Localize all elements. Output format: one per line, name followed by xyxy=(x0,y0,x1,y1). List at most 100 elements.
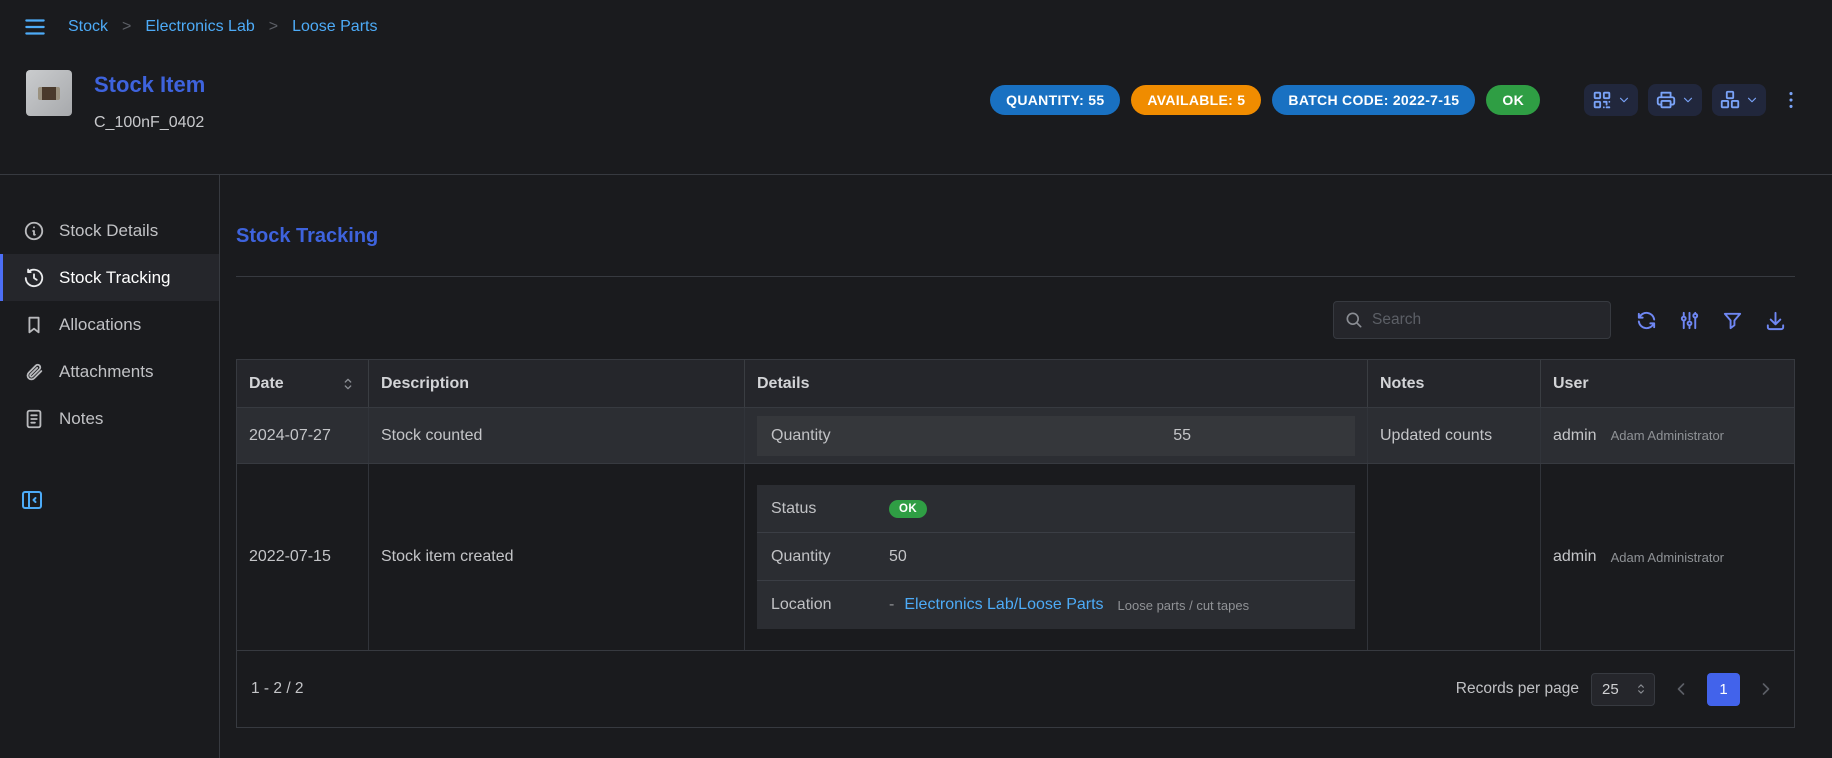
detail-row-quantity: Quantity 50 xyxy=(757,533,1355,581)
column-header-details[interactable]: Details xyxy=(745,360,1368,407)
detail-label: Quantity xyxy=(771,427,889,445)
location-caption: Loose parts / cut tapes xyxy=(1118,598,1250,613)
table-row[interactable]: 2022-07-15 Stock item created Status OK … xyxy=(237,464,1794,651)
topbar: Stock > Electronics Lab > Loose Parts xyxy=(0,0,1832,54)
filter-button[interactable] xyxy=(1713,305,1752,336)
location-prefix: - xyxy=(889,596,894,614)
chevron-left-icon xyxy=(1671,679,1691,699)
cell-details: Quantity 55 xyxy=(745,408,1368,463)
pagination-controls: Records per page 25 1 xyxy=(1456,673,1780,706)
chevron-down-icon xyxy=(1617,93,1631,107)
cell-user: admin Adam Administrator xyxy=(1541,408,1794,463)
barcode-actions-button[interactable] xyxy=(1584,84,1638,116)
cell-date: 2022-07-15 xyxy=(237,464,369,650)
stock-tracking-table: Date Description Details Notes xyxy=(236,359,1795,728)
sort-icon[interactable] xyxy=(340,376,356,392)
sidebar-item-allocations[interactable]: Allocations xyxy=(0,301,219,348)
records-per-page-select[interactable]: 25 xyxy=(1591,673,1655,706)
note-icon xyxy=(23,408,45,430)
sidebar-item-stock-tracking[interactable]: Stock Tracking xyxy=(0,254,219,301)
selector-icon xyxy=(1634,682,1648,696)
refresh-icon xyxy=(1635,309,1658,332)
content: Stock Details Stock Tracking Allocations… xyxy=(0,175,1832,758)
cell-description: Stock item created xyxy=(369,464,745,650)
info-circle-icon xyxy=(23,220,45,242)
refresh-button[interactable] xyxy=(1627,305,1666,336)
username: admin xyxy=(1553,427,1597,445)
table-row[interactable]: 2024-07-27 Stock counted Quantity 55 Upd… xyxy=(237,408,1794,464)
header-right: QUANTITY: 55 AVAILABLE: 5 BATCH CODE: 20… xyxy=(990,84,1806,116)
detail-subtable: Status OK Quantity 50 Location - xyxy=(757,485,1355,629)
location-link[interactable]: Electronics Lab/Loose Parts xyxy=(904,596,1103,614)
batch-code-badge: BATCH CODE: 2022-7-15 xyxy=(1272,85,1475,115)
breadcrumb-electronics-lab[interactable]: Electronics Lab xyxy=(145,18,254,36)
stock-operations-button[interactable] xyxy=(1712,84,1766,116)
column-header-date[interactable]: Date xyxy=(237,360,369,407)
detail-row-status: Status OK xyxy=(757,485,1355,533)
table-settings-button[interactable] xyxy=(1670,305,1709,336)
paperclip-icon xyxy=(23,361,45,383)
column-header-user[interactable]: User xyxy=(1541,360,1794,407)
column-label: Details xyxy=(757,375,809,393)
sidebar-item-notes[interactable]: Notes xyxy=(0,395,219,442)
sidebar-item-label: Attachments xyxy=(59,362,154,382)
breadcrumb-stock[interactable]: Stock xyxy=(68,18,108,36)
more-actions-button[interactable] xyxy=(1776,85,1806,115)
column-header-description[interactable]: Description xyxy=(369,360,745,407)
dots-vertical-icon xyxy=(1780,89,1802,111)
sidebar-collapse-button[interactable] xyxy=(20,488,44,512)
stock-item-thumbnail[interactable] xyxy=(26,70,72,116)
next-page-button[interactable] xyxy=(1752,675,1780,703)
sidebar-item-label: Allocations xyxy=(59,315,141,335)
sidebar-item-label: Notes xyxy=(59,409,103,429)
sidebar-item-stock-details[interactable]: Stock Details xyxy=(0,207,219,254)
table-footer: 1 - 2 / 2 Records per page 25 xyxy=(237,651,1794,727)
breadcrumb-loose-parts[interactable]: Loose Parts xyxy=(292,18,377,36)
download-icon xyxy=(1764,309,1787,332)
packages-icon xyxy=(1719,89,1741,111)
panel-divider xyxy=(236,276,1795,277)
menu-icon[interactable] xyxy=(22,14,48,40)
sidebar-item-label: Stock Tracking xyxy=(59,268,171,288)
header-actions xyxy=(1584,84,1806,116)
chevron-right-icon xyxy=(1756,679,1776,699)
page-title: Stock Item xyxy=(94,72,205,98)
records-per-page-value: 25 xyxy=(1602,681,1619,698)
page-header: Stock Item C_100nF_0402 QUANTITY: 55 AVA… xyxy=(0,54,1832,175)
detail-row-location: Location - Electronics Lab/Loose Parts L… xyxy=(757,581,1355,629)
sidebar-collapse-icon xyxy=(20,488,44,512)
sidebar-item-attachments[interactable]: Attachments xyxy=(0,348,219,395)
search-input[interactable] xyxy=(1372,311,1600,329)
history-icon xyxy=(23,267,45,289)
user-fullname: Adam Administrator xyxy=(1611,428,1724,443)
cell-description: Stock counted xyxy=(369,408,745,463)
app-root: Stock > Electronics Lab > Loose Parts St… xyxy=(0,0,1832,758)
sidebar-item-label: Stock Details xyxy=(59,221,158,241)
search-box[interactable] xyxy=(1333,301,1611,339)
detail-label: Location xyxy=(771,596,889,614)
chevron-down-icon xyxy=(1681,93,1695,107)
filter-icon xyxy=(1721,309,1744,332)
sidebar: Stock Details Stock Tracking Allocations… xyxy=(0,175,220,758)
records-per-page-label: Records per page xyxy=(1456,680,1579,698)
bookmark-icon xyxy=(23,314,45,336)
breadcrumb: Stock > Electronics Lab > Loose Parts xyxy=(68,18,377,36)
title-block: Stock Item C_100nF_0402 xyxy=(94,70,205,132)
column-label: Description xyxy=(381,375,469,393)
print-actions-button[interactable] xyxy=(1648,84,1702,116)
column-header-notes[interactable]: Notes xyxy=(1368,360,1541,407)
adjustments-icon xyxy=(1678,309,1701,332)
cell-date: 2024-07-27 xyxy=(237,408,369,463)
breadcrumb-separator: > xyxy=(269,18,278,36)
cell-details: Status OK Quantity 50 Location - xyxy=(745,464,1368,650)
page-1-button[interactable]: 1 xyxy=(1707,673,1740,706)
detail-value: 55 xyxy=(889,427,1355,445)
quantity-badge: QUANTITY: 55 xyxy=(990,85,1120,115)
prev-page-button[interactable] xyxy=(1667,675,1695,703)
username: admin xyxy=(1553,548,1597,566)
panel-title: Stock Tracking xyxy=(236,225,1795,248)
available-badge: AVAILABLE: 5 xyxy=(1131,85,1261,115)
download-button[interactable] xyxy=(1756,305,1795,336)
search-icon xyxy=(1344,310,1364,330)
location-value: - Electronics Lab/Loose Parts Loose part… xyxy=(889,596,1249,614)
